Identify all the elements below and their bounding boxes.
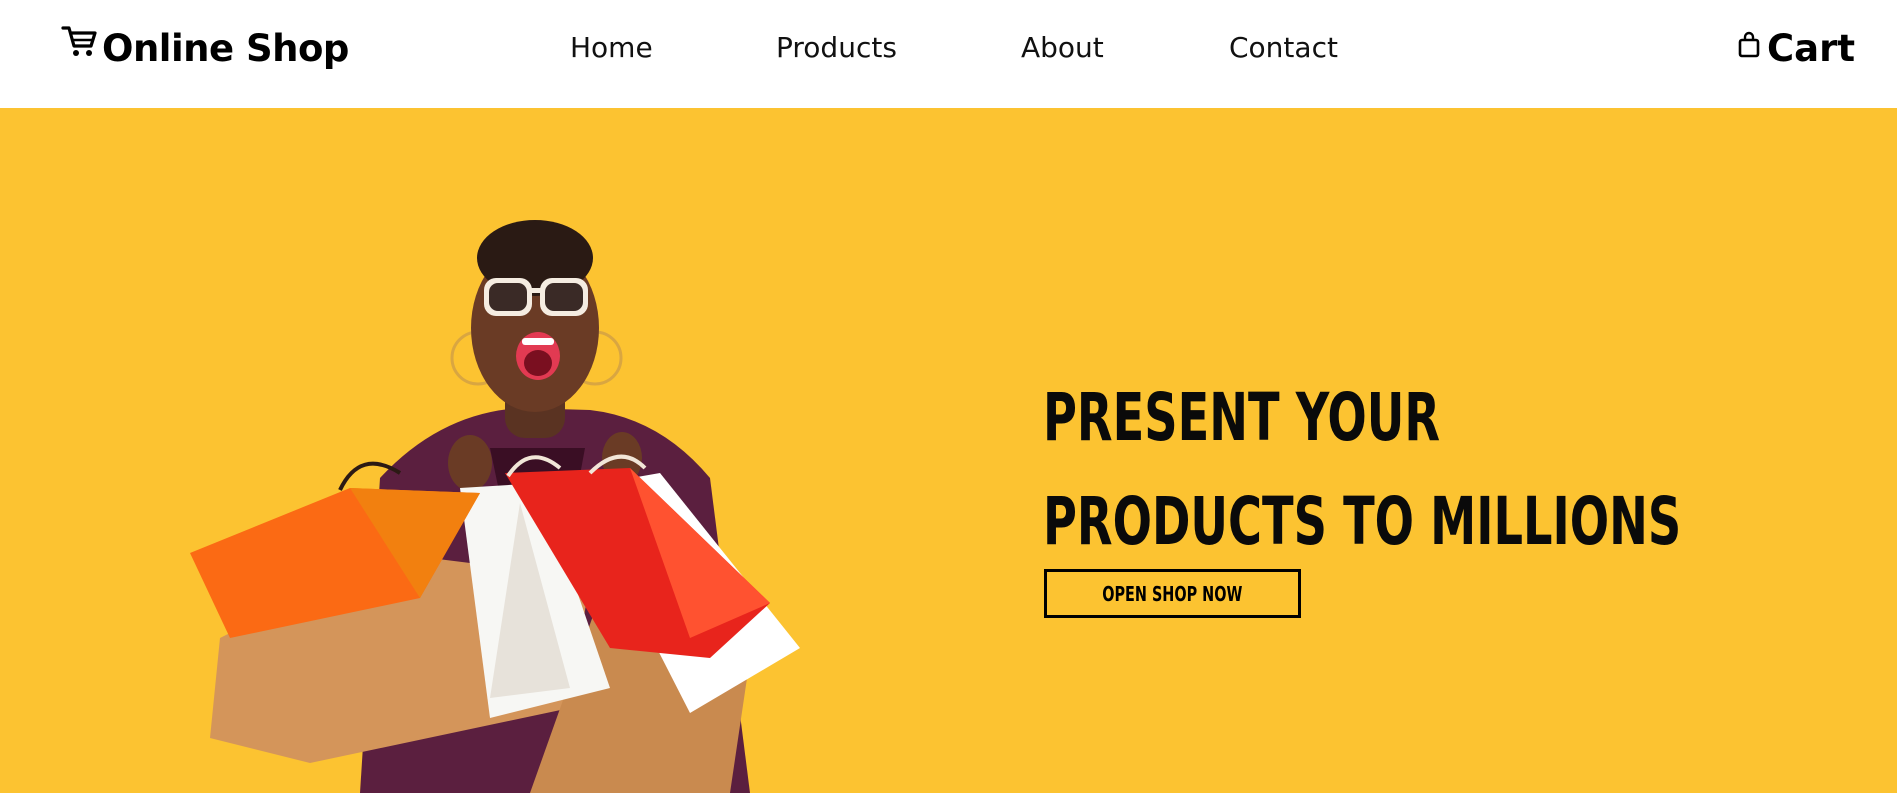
cart-link[interactable]: Cart	[1737, 20, 1855, 76]
open-shop-now-label: OPEN SHOP NOW	[1102, 581, 1243, 606]
hero-banner: PRESENT YOUR PRODUCTS TO MILLIONS OPEN S…	[0, 108, 1897, 793]
site-header: Online Shop Home Products About Contact …	[0, 0, 1897, 108]
nav-home[interactable]: Home	[570, 28, 653, 68]
hero-headline: PRESENT YOUR PRODUCTS TO MILLIONS	[1043, 366, 1681, 574]
cart-label: Cart	[1767, 26, 1856, 70]
hero-image	[190, 220, 800, 793]
logo-text: Online Shop	[102, 26, 349, 70]
nav-about[interactable]: About	[1021, 28, 1104, 68]
open-shop-now-button[interactable]: OPEN SHOP NOW	[1044, 569, 1301, 618]
shopping-bag-icon	[1737, 31, 1761, 59]
hero-headline-line2: PRODUCTS TO MILLIONS	[1043, 483, 1682, 560]
logo-link[interactable]: Online Shop	[60, 18, 349, 78]
nav-contact[interactable]: Contact	[1229, 28, 1338, 68]
hero-headline-line1: PRESENT YOUR	[1043, 379, 1441, 456]
shopping-cart-icon	[60, 22, 100, 62]
nav-products[interactable]: Products	[776, 28, 897, 68]
